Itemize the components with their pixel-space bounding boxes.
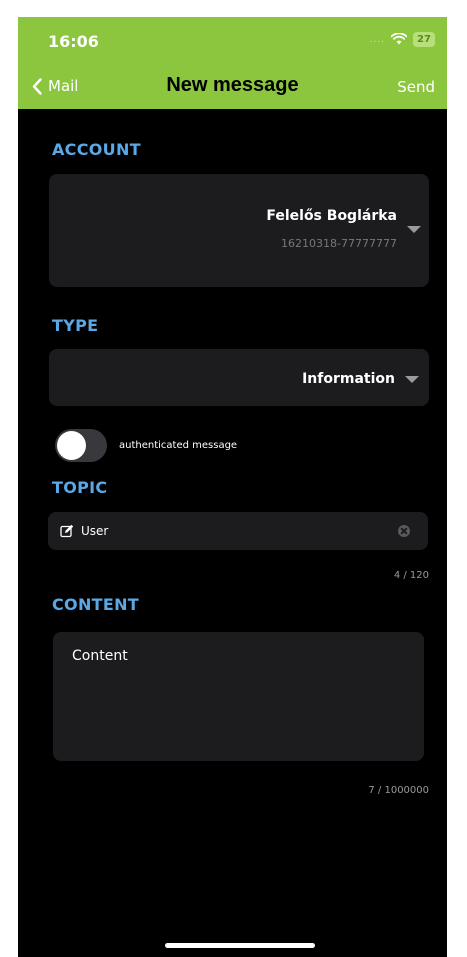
content-value: Content xyxy=(72,648,128,664)
caret-down-icon xyxy=(407,226,421,233)
page-title: New message xyxy=(166,74,299,96)
app-header: 16:06 .... 27 Mail New message Send xyxy=(18,17,447,109)
authenticated-label: authenticated message xyxy=(119,440,238,451)
clear-icon[interactable] xyxy=(398,525,410,537)
send-button[interactable]: Send xyxy=(397,78,435,96)
battery-icon: 27 xyxy=(413,32,435,47)
authenticated-toggle[interactable] xyxy=(55,429,107,462)
content-section-label: CONTENT xyxy=(52,595,139,614)
status-time: 16:06 xyxy=(48,32,99,51)
content-counter: 7 / 1000000 xyxy=(368,785,429,796)
signal-icon: .... xyxy=(369,34,385,45)
phone-screen: 16:06 .... 27 Mail New message Send ACCO… xyxy=(18,17,447,957)
toggle-knob xyxy=(57,431,86,460)
wifi-icon xyxy=(390,30,408,49)
account-name: Felelős Boglárka xyxy=(266,208,397,224)
edit-icon xyxy=(60,523,74,542)
home-indicator xyxy=(165,943,315,948)
type-value: Information xyxy=(302,371,395,387)
type-selector[interactable]: Information xyxy=(49,349,429,406)
account-id: 16210318-77777777 xyxy=(281,237,397,250)
topic-section-label: TOPIC xyxy=(52,478,108,497)
type-section-label: TYPE xyxy=(52,316,99,335)
account-section-label: ACCOUNT xyxy=(52,140,141,159)
account-selector[interactable]: Felelős Boglárka 16210318-77777777 xyxy=(49,174,429,287)
topic-counter: 4 / 120 xyxy=(393,570,429,581)
content-textarea[interactable]: Content xyxy=(53,632,424,761)
caret-down-icon xyxy=(405,376,419,383)
topic-value: User xyxy=(81,524,109,538)
topic-input[interactable]: User xyxy=(48,512,428,550)
status-icons: .... 27 xyxy=(370,30,435,49)
